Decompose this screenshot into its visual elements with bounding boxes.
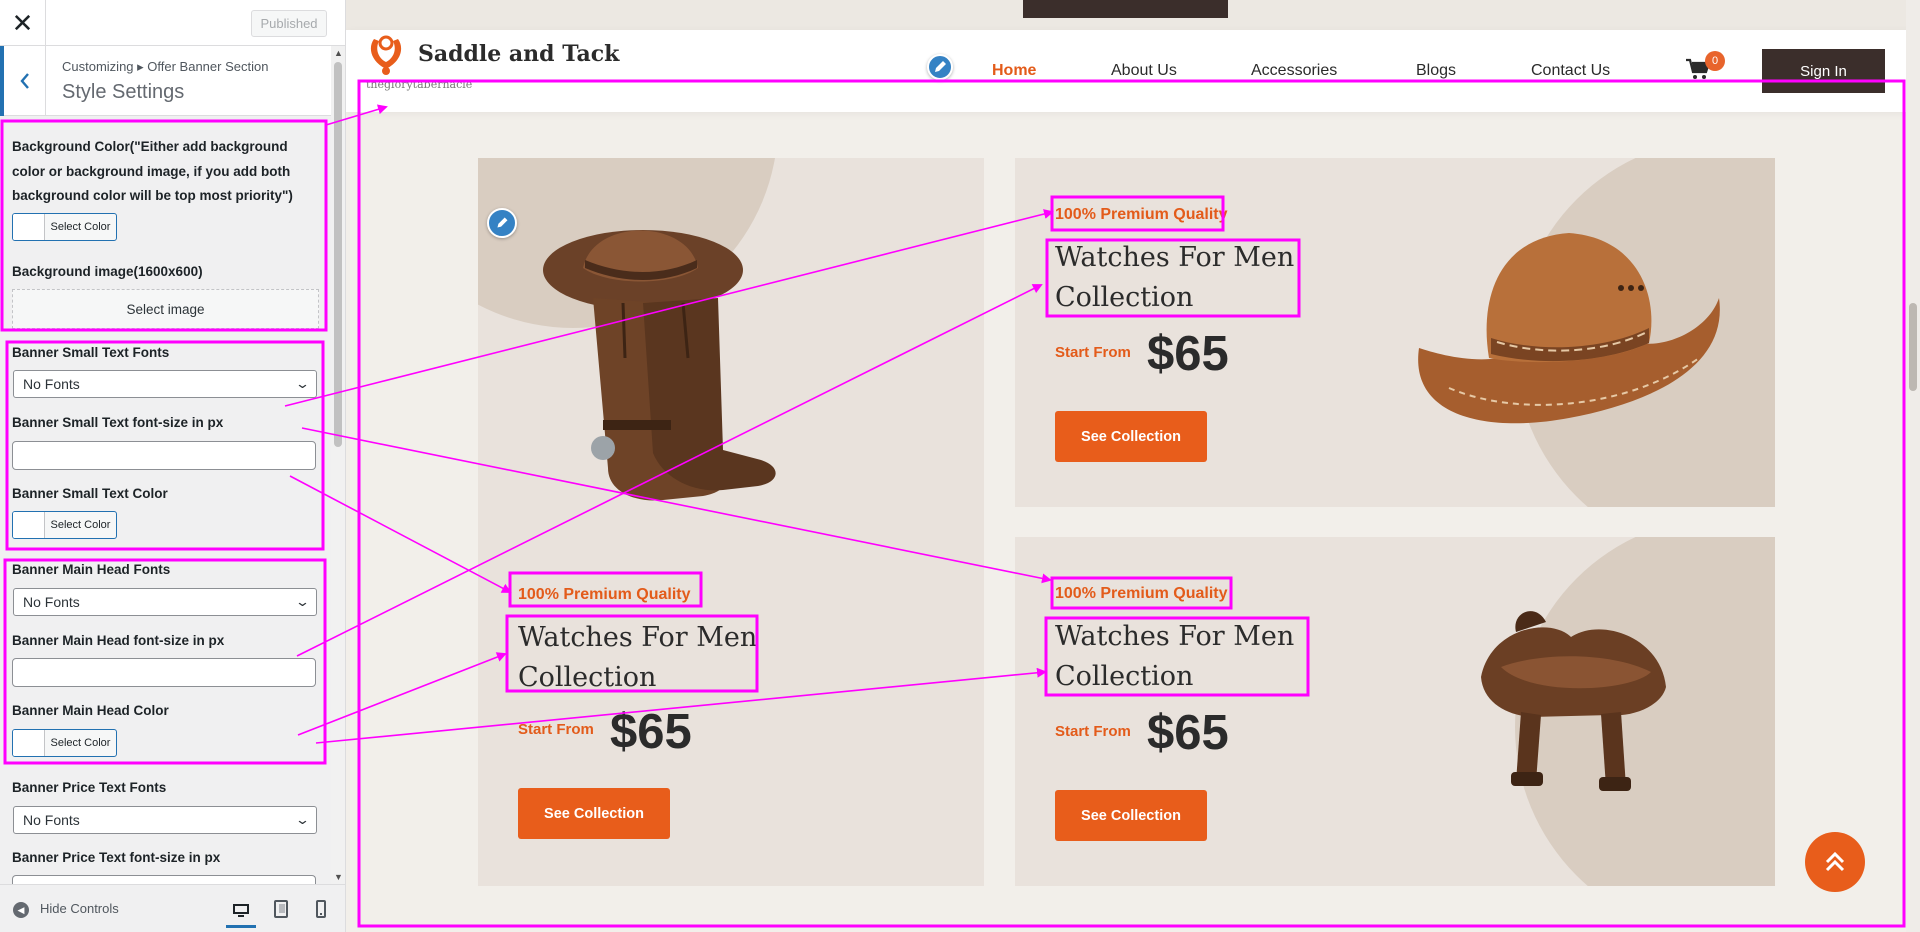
see-collection-button[interactable]: See Collection xyxy=(1055,790,1207,841)
bg-image-label: Background image(1600x600) xyxy=(12,264,203,279)
banner-price: $65 xyxy=(1147,327,1229,381)
back-button[interactable] xyxy=(0,46,46,116)
customizer-header-bar: ✕ Published xyxy=(0,0,345,46)
main-fonts-select[interactable]: No Fonts ⌄ xyxy=(13,588,317,616)
banner-main-head: Watches For Men Collection xyxy=(1055,242,1295,313)
bg-color-picker[interactable]: Select Color xyxy=(12,213,117,241)
hide-controls-icon[interactable]: ◀ xyxy=(13,902,29,918)
edit-menu-shortcut[interactable] xyxy=(927,54,953,80)
customizer-footer: ◀ Hide Controls xyxy=(0,884,345,932)
price-size-label: Banner Price Text font-size in px xyxy=(12,850,221,865)
desktop-icon xyxy=(233,904,249,917)
select-image-button[interactable]: Select image xyxy=(12,289,319,329)
start-from-label: Start From xyxy=(1055,723,1131,740)
breadcrumb: Customizing ▸ Offer Banner Section xyxy=(62,59,269,74)
nav-contact-us[interactable]: Contact Us xyxy=(1531,62,1610,80)
price-fonts-label: Banner Price Text Fonts xyxy=(12,780,167,795)
nav-blogs[interactable]: Blogs xyxy=(1416,62,1456,80)
small-color-label: Banner Small Text Color xyxy=(12,486,168,501)
banner-main-head: Watches For Men Collection xyxy=(1055,621,1295,692)
small-size-label: Banner Small Text font-size in px xyxy=(12,415,224,430)
small-size-input[interactable] xyxy=(12,441,316,470)
select-value: No Fonts xyxy=(23,594,80,610)
site-title[interactable]: Saddle and Tack xyxy=(418,41,619,67)
price-fonts-select[interactable]: No Fonts ⌄ xyxy=(13,806,317,834)
small-color-picker[interactable]: Select Color xyxy=(12,511,117,539)
nav-home[interactable]: Home xyxy=(992,62,1036,80)
close-icon: ✕ xyxy=(11,7,34,38)
western-saddle-image xyxy=(1481,611,1666,791)
tablet-icon xyxy=(274,900,288,918)
site-tagline: theglorytabernacle xyxy=(366,78,473,91)
top-dark-bar xyxy=(1023,0,1228,18)
section-header: Customizing ▸ Offer Banner Section Style… xyxy=(0,46,334,116)
pencil-icon xyxy=(935,61,946,72)
banner-small-text: 100% Premium Quality xyxy=(518,586,691,603)
chevron-down-icon: ⌄ xyxy=(294,376,311,391)
pencil-icon xyxy=(497,217,508,228)
chevron-left-icon xyxy=(19,73,29,89)
color-swatch xyxy=(13,214,45,240)
small-fonts-label: Banner Small Text Fonts xyxy=(12,345,170,360)
main-fonts-label: Banner Main Head Fonts xyxy=(12,562,171,577)
color-swatch xyxy=(13,512,45,538)
site-preview: Saddle and Tack theglorytabernacle Home … xyxy=(346,0,1920,932)
banner-small-text: 100% Premium Quality xyxy=(1055,585,1228,602)
hide-controls-button[interactable]: Hide Controls xyxy=(40,901,119,916)
offer-banner-card-3: 100% Premium Quality Watches For Men Col… xyxy=(1015,537,1775,886)
customizer-sidebar: ✕ Published Customizing ▸ Offer Banner S… xyxy=(0,0,346,932)
section-title: Style Settings xyxy=(62,81,185,103)
chevron-down-icon: ⌄ xyxy=(294,594,311,609)
scroll-down-arrow-icon[interactable]: ▼ xyxy=(331,872,345,884)
banner-price: $65 xyxy=(1147,706,1229,760)
preview-desktop-button[interactable] xyxy=(226,897,256,928)
preview-scrollbar[interactable] xyxy=(1906,0,1920,932)
see-collection-button[interactable]: See Collection xyxy=(1055,411,1207,462)
banner-price: $65 xyxy=(610,705,692,759)
color-swatch xyxy=(13,730,45,756)
chevron-down-icon: ⌄ xyxy=(294,812,311,827)
main-size-input[interactable] xyxy=(12,658,316,687)
scroll-up-arrow-icon[interactable]: ▲ xyxy=(331,48,345,60)
select-color-label: Select Color xyxy=(50,221,111,233)
close-customizer-button[interactable]: ✕ xyxy=(0,0,46,46)
preview-mobile-button[interactable] xyxy=(306,897,336,921)
horseshoe-logo-icon[interactable] xyxy=(364,33,408,77)
select-color-label: Select Color xyxy=(50,737,111,749)
preview-tablet-button[interactable] xyxy=(266,897,296,921)
price-size-input[interactable] xyxy=(12,875,316,884)
preview-scroll-thumb[interactable] xyxy=(1909,303,1917,391)
nav-about-us[interactable]: About Us xyxy=(1111,62,1177,80)
select-value: No Fonts xyxy=(23,376,80,392)
banner-main-head: Watches For Men Collection xyxy=(518,622,758,693)
nav-accessories[interactable]: Accessories xyxy=(1251,62,1337,80)
banner-small-text: 100% Premium Quality xyxy=(1055,206,1228,223)
main-size-label: Banner Main Head font-size in px xyxy=(12,633,225,648)
start-from-label: Start From xyxy=(518,721,594,738)
offer-banner-card-1: 100% Premium Quality Watches For Men Col… xyxy=(478,158,984,886)
sidebar-scroll-thumb[interactable] xyxy=(334,62,342,447)
mobile-icon xyxy=(316,900,326,918)
select-value: No Fonts xyxy=(23,812,80,828)
scroll-to-top-button[interactable] xyxy=(1805,832,1865,892)
see-collection-button[interactable]: See Collection xyxy=(518,788,670,839)
cowboy-hat-image xyxy=(1418,233,1720,424)
site-header: Saddle and Tack theglorytabernacle Home … xyxy=(346,30,1920,112)
small-fonts-select[interactable]: No Fonts ⌄ xyxy=(13,370,317,398)
select-color-label: Select Color xyxy=(50,519,111,531)
double-chevron-up-icon xyxy=(1825,851,1845,872)
bg-color-label: Background Color("Either add background … xyxy=(12,139,293,203)
main-color-picker[interactable]: Select Color xyxy=(12,729,117,757)
published-button[interactable]: Published xyxy=(251,10,327,37)
main-color-label: Banner Main Head Color xyxy=(12,703,169,718)
start-from-label: Start From xyxy=(1055,344,1131,361)
edit-banner-shortcut[interactable] xyxy=(487,208,517,238)
offer-banner-card-2: 100% Premium Quality Watches For Men Col… xyxy=(1015,158,1775,507)
cowboy-boots-with-hat-image xyxy=(543,230,776,501)
cart-count-badge: 0 xyxy=(1705,51,1725,71)
sign-in-button[interactable]: Sign In xyxy=(1762,49,1885,93)
